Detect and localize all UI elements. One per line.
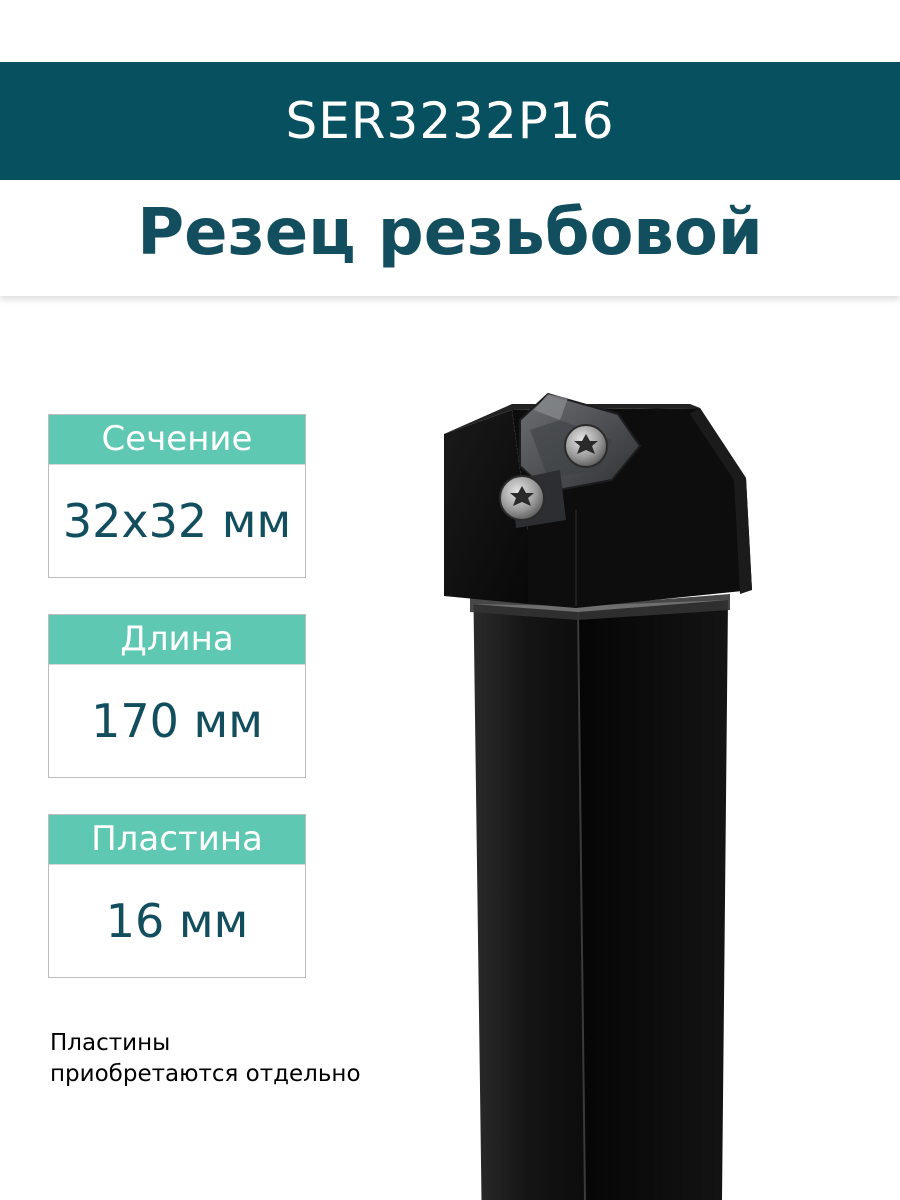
note-line: приобретаются отдельно [50, 1061, 361, 1087]
model-bar: SER3232P16 [0, 62, 900, 180]
inserts-note: Пластины приобретаются отдельно [50, 1028, 430, 1090]
note-line: Пластины [50, 1030, 171, 1056]
spec-card-section: Сечение 32x32 мм [48, 414, 306, 578]
spec-value: 32x32 мм [62, 494, 292, 548]
spec-value: 170 мм [91, 694, 263, 748]
model-code: SER3232P16 [285, 92, 615, 150]
shank-side-face [578, 600, 728, 1200]
spec-label: Пластина [49, 815, 305, 865]
spec-label: Сечение [49, 415, 305, 465]
spec-label: Длина [49, 615, 305, 665]
header-panel: SER3232P16 Резец резьбовой [0, 0, 900, 296]
spec-card-length: Длина 170 мм [48, 614, 306, 778]
shank-front-face [474, 604, 585, 1200]
spec-card-insert: Пластина 16 мм [48, 814, 306, 978]
product-title: Резец резьбовой [137, 196, 763, 270]
product-card: SER3232P16 Резец резьбовой Сечение 32x32… [0, 0, 900, 1200]
spec-value: 16 мм [105, 894, 249, 948]
